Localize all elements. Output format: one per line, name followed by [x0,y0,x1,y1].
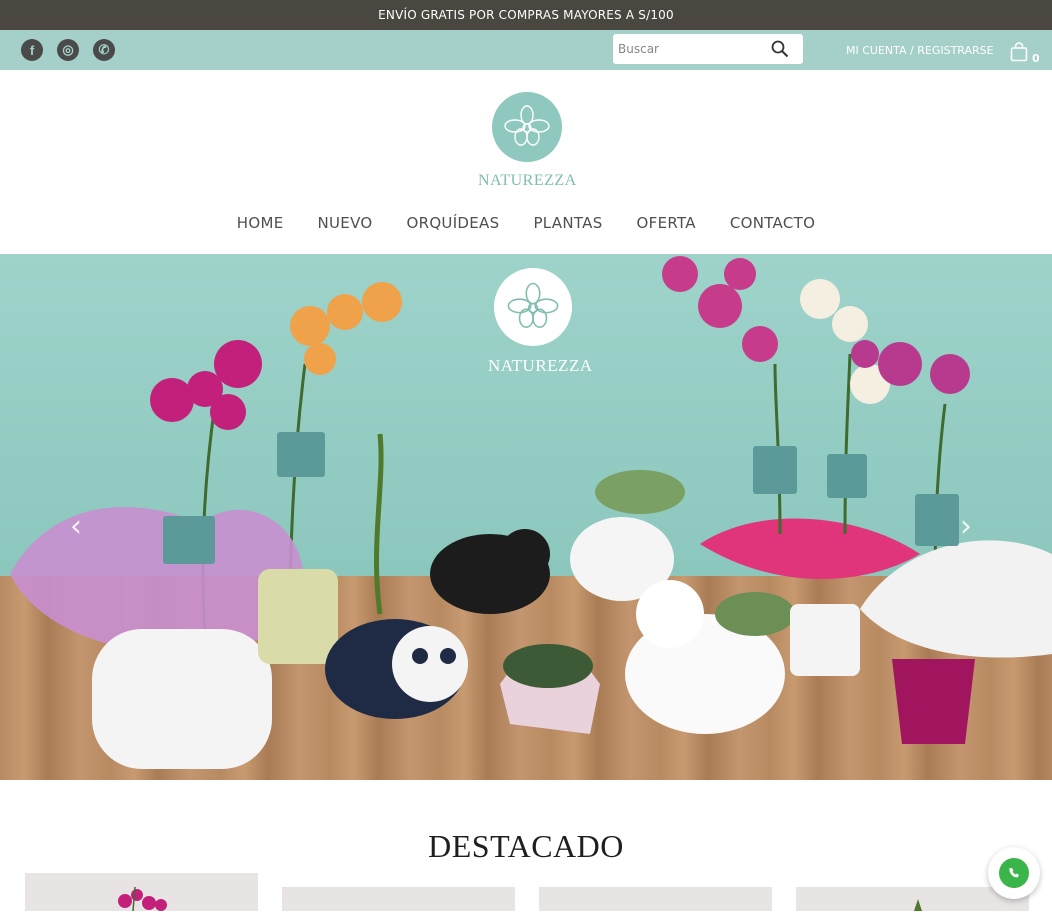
search-input[interactable] [618,42,768,56]
logo-text: NATUREZZA [478,172,577,189]
product-card[interactable] [25,873,258,912]
orchid-logo-icon [492,92,562,162]
nav-plantas[interactable]: PLANTAS [533,214,602,232]
orchid-logo-icon [494,268,572,346]
shopping-bag-icon [1010,42,1028,65]
product-image [118,886,167,912]
nav-oferta[interactable]: OFERTA [637,214,696,232]
featured-title: DESTACADO [428,828,624,864]
product-card[interactable] [282,887,515,911]
nav-contacto[interactable]: CONTACTO [730,214,815,232]
slider-next-icon[interactable]: › [960,509,972,544]
facebook-icon[interactable]: f [21,39,43,61]
cart-count: 0 [1032,52,1040,65]
whatsapp-icon[interactable]: ✆ [93,39,115,61]
search-box [613,34,803,64]
hero-slider[interactable]: NATUREZZA ‹ › [0,254,1052,780]
hero-brand-text: NATUREZZA [488,356,593,375]
site-header: NATUREZZA HOME NUEVO ORQUÍDEAS PLANTAS O… [0,70,1052,254]
site-logo[interactable]: NATUREZZA [478,92,576,190]
main-nav: HOME NUEVO ORQUÍDEAS PLANTAS OFERTA CONT… [0,214,1052,232]
hero-brand-logo: NATUREZZA [488,268,593,376]
promo-banner: ENVÍO GRATIS POR COMPRAS MAYORES A S/100 [0,0,1052,30]
nav-orquideas[interactable]: ORQUÍDEAS [406,214,499,232]
social-links: f ◎ ✆ [21,39,115,61]
product-card[interactable] [539,887,772,911]
nav-nuevo[interactable]: NUEVO [318,214,373,232]
instagram-icon[interactable]: ◎ [57,39,79,61]
slider-prev-icon[interactable]: ‹ [70,509,82,544]
account-link[interactable]: MI CUENTA / REGISTRARSE [846,44,994,57]
whatsapp-icon [999,858,1029,888]
cart-button[interactable]: 0 [1010,42,1040,65]
top-bar: f ◎ ✆ MI CUENTA / REGISTRARSE 0 [0,30,1052,70]
search-icon[interactable] [771,40,789,62]
promo-text: ENVÍO GRATIS POR COMPRAS MAYORES A S/100 [378,8,674,22]
nav-home[interactable]: HOME [237,214,284,232]
whatsapp-chat-button[interactable] [988,847,1040,899]
